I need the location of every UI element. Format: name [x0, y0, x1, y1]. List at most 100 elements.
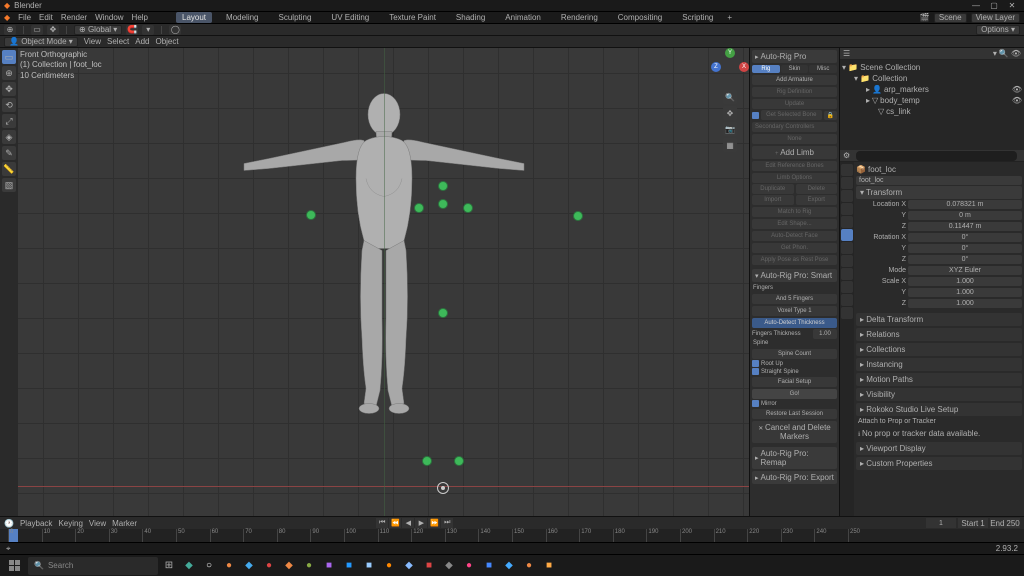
window-close[interactable]: ✕ — [1004, 1, 1020, 11]
workspace-modeling[interactable]: Modeling — [220, 12, 264, 23]
workspace-rendering[interactable]: Rendering — [555, 12, 604, 23]
edit-shape-button[interactable]: Edit Shape... — [752, 219, 837, 229]
rot-x[interactable]: 0° — [908, 233, 1022, 242]
section-relations[interactable]: ▸ Relations — [856, 328, 1022, 341]
workspace-layout[interactable]: Layout — [176, 12, 212, 23]
task-app-9[interactable]: ■ — [340, 557, 358, 575]
workspace-uv[interactable]: UV Editing — [325, 12, 375, 23]
add-armature-button[interactable]: Add Armature — [752, 75, 837, 85]
section-rokoko-studio-live-setup[interactable]: ▸ Rokoko Studio Live Setup — [856, 403, 1022, 416]
nav-gizmo[interactable]: X Y Z — [713, 50, 747, 84]
prop-tab-object[interactable] — [841, 229, 853, 241]
tl-playback[interactable]: Playback — [20, 519, 52, 528]
workspace-animation[interactable]: Animation — [499, 12, 547, 23]
axis-y-icon[interactable]: Y — [725, 48, 735, 58]
persp-gizmo[interactable]: ▦ — [723, 138, 737, 152]
timeline-icon[interactable]: 🕐 — [4, 519, 14, 528]
import-button[interactable]: Import — [752, 195, 794, 205]
workspace-texpaint[interactable]: Texture Paint — [383, 12, 442, 23]
play-button[interactable]: ▶ — [415, 518, 427, 528]
marker-shoulder-l[interactable] — [414, 203, 424, 213]
loc-y[interactable]: 0 m — [908, 211, 1022, 220]
menu-edit[interactable]: Edit — [39, 13, 53, 22]
next-key-button[interactable]: ⏩ — [428, 518, 440, 528]
viewlayer-dropdown[interactable]: View Layer — [971, 13, 1020, 23]
go-button[interactable]: Go! — [752, 389, 837, 399]
tree-collection[interactable]: ▾ 📁 Collection — [842, 73, 1022, 84]
section-custom-properties[interactable]: ▸ Custom Properties — [856, 457, 1022, 470]
auto-detect-thickness-button[interactable]: Auto-Detect Thickness — [752, 318, 837, 328]
scene-dropdown[interactable]: Scene — [934, 13, 967, 23]
task-app-2[interactable]: ○ — [200, 557, 218, 575]
workspace-scripting[interactable]: Scripting — [676, 12, 719, 23]
tool-annotate[interactable]: ✎ — [2, 146, 16, 160]
task-app-8[interactable]: ■ — [320, 557, 338, 575]
tl-keying[interactable]: Keying — [58, 519, 82, 528]
mode-dropdown[interactable]: 👤 Object Mode ▾ — [4, 37, 78, 47]
workspace-add[interactable]: + — [727, 13, 732, 22]
task-app-4[interactable]: ◆ — [240, 557, 258, 575]
scale-z[interactable]: 1.000 — [908, 299, 1022, 308]
task-app-16[interactable]: ■ — [480, 557, 498, 575]
prop-tab-modifiers[interactable] — [841, 242, 853, 254]
task-app-3[interactable]: ● — [220, 557, 238, 575]
cursor-tool-icon[interactable]: ⊕ — [4, 25, 16, 35]
select-tool-icon[interactable]: ▭ — [31, 25, 43, 35]
task-app-10[interactable]: ■ — [360, 557, 378, 575]
section-delta-transform[interactable]: ▸ Delta Transform — [856, 313, 1022, 326]
tree-cs-link[interactable]: ▽ cs_link — [842, 106, 1022, 117]
axis-z-icon[interactable]: Z — [711, 62, 721, 72]
mode-menu-select[interactable]: Select — [107, 37, 129, 46]
marker-chin[interactable] — [438, 199, 448, 209]
mirror-check[interactable] — [752, 400, 759, 407]
prev-key-button[interactable]: ⏪ — [389, 518, 401, 528]
export-header[interactable]: ▸ Auto-Rig Pro: Export — [752, 471, 837, 484]
task-app-13[interactable]: ■ — [420, 557, 438, 575]
mode-menu-add[interactable]: Add — [135, 37, 149, 46]
export-button[interactable]: Export — [796, 195, 838, 205]
prop-tab-constraints[interactable] — [841, 281, 853, 293]
snap-to-icon[interactable]: ▾ — [142, 25, 154, 35]
prop-tab-particles[interactable] — [841, 255, 853, 267]
arp-tab-misc[interactable]: Misc — [809, 65, 837, 73]
task-app-7[interactable]: ● — [300, 557, 318, 575]
prop-tab-data[interactable] — [841, 294, 853, 306]
play-rev-button[interactable]: ◀ — [402, 518, 414, 528]
mode-menu-object[interactable]: Object — [155, 37, 178, 46]
section-visibility[interactable]: ▸ Visibility — [856, 388, 1022, 401]
tree-body-temp[interactable]: ▸ ▽ body_temp👁 — [842, 95, 1022, 106]
prop-tab-scene[interactable] — [841, 203, 853, 215]
rot-mode[interactable]: XYZ Euler — [908, 266, 1022, 275]
rot-y[interactable]: 0° — [908, 244, 1022, 253]
restore-button[interactable]: Restore Last Session — [752, 409, 837, 419]
apply-pose-button[interactable]: Apply Pose as Rest Pose — [752, 255, 837, 265]
workspace-shading[interactable]: Shading — [450, 12, 491, 23]
prop-tab-world[interactable] — [841, 216, 853, 228]
move-tool-icon[interactable]: ✥ — [47, 25, 59, 35]
auto-face-button[interactable]: Auto-Detect Face — [752, 231, 837, 241]
match-rig-button[interactable]: Match to Rig — [752, 207, 837, 217]
orientation-dropdown[interactable]: ⊕ Global ▾ — [74, 25, 122, 35]
task-view-icon[interactable]: ⊞ — [160, 557, 178, 575]
outliner-tree[interactable]: ▾ 📁 Scene Collection ▾ 📁 Collection ▸ 👤 … — [840, 60, 1024, 150]
menu-file[interactable]: File — [18, 13, 31, 22]
ref-bones-button[interactable]: Edit Reference Bones — [752, 161, 837, 171]
zoom-gizmo[interactable]: 🔍 — [723, 90, 737, 104]
tl-view[interactable]: View — [89, 519, 106, 528]
transform-header[interactable]: ▾ Transform — [856, 186, 1022, 199]
section-motion-paths[interactable]: ▸ Motion Paths — [856, 373, 1022, 386]
viewport-3d[interactable]: Front Orthographic (1) Collection | foot… — [18, 48, 749, 516]
task-app-11[interactable]: ● — [380, 557, 398, 575]
menu-help[interactable]: Help — [132, 13, 148, 22]
limb-options-button[interactable]: Limb Options — [752, 173, 837, 183]
tool-add[interactable]: ▧ — [2, 178, 16, 192]
prop-tab-render[interactable] — [841, 164, 853, 176]
cancel-markers-button[interactable]: ✕ Cancel and Delete Markers — [752, 421, 837, 443]
prop-tab-material[interactable] — [841, 307, 853, 319]
straight-check[interactable] — [752, 368, 759, 375]
thickness-value[interactable]: 1.00 — [813, 329, 837, 339]
tree-scene-collection[interactable]: ▾ 📁 Scene Collection — [842, 62, 1022, 73]
current-frame[interactable]: 1 — [926, 518, 956, 528]
ref-bone-check[interactable] — [752, 112, 759, 119]
marker-hand-l[interactable] — [306, 210, 316, 220]
